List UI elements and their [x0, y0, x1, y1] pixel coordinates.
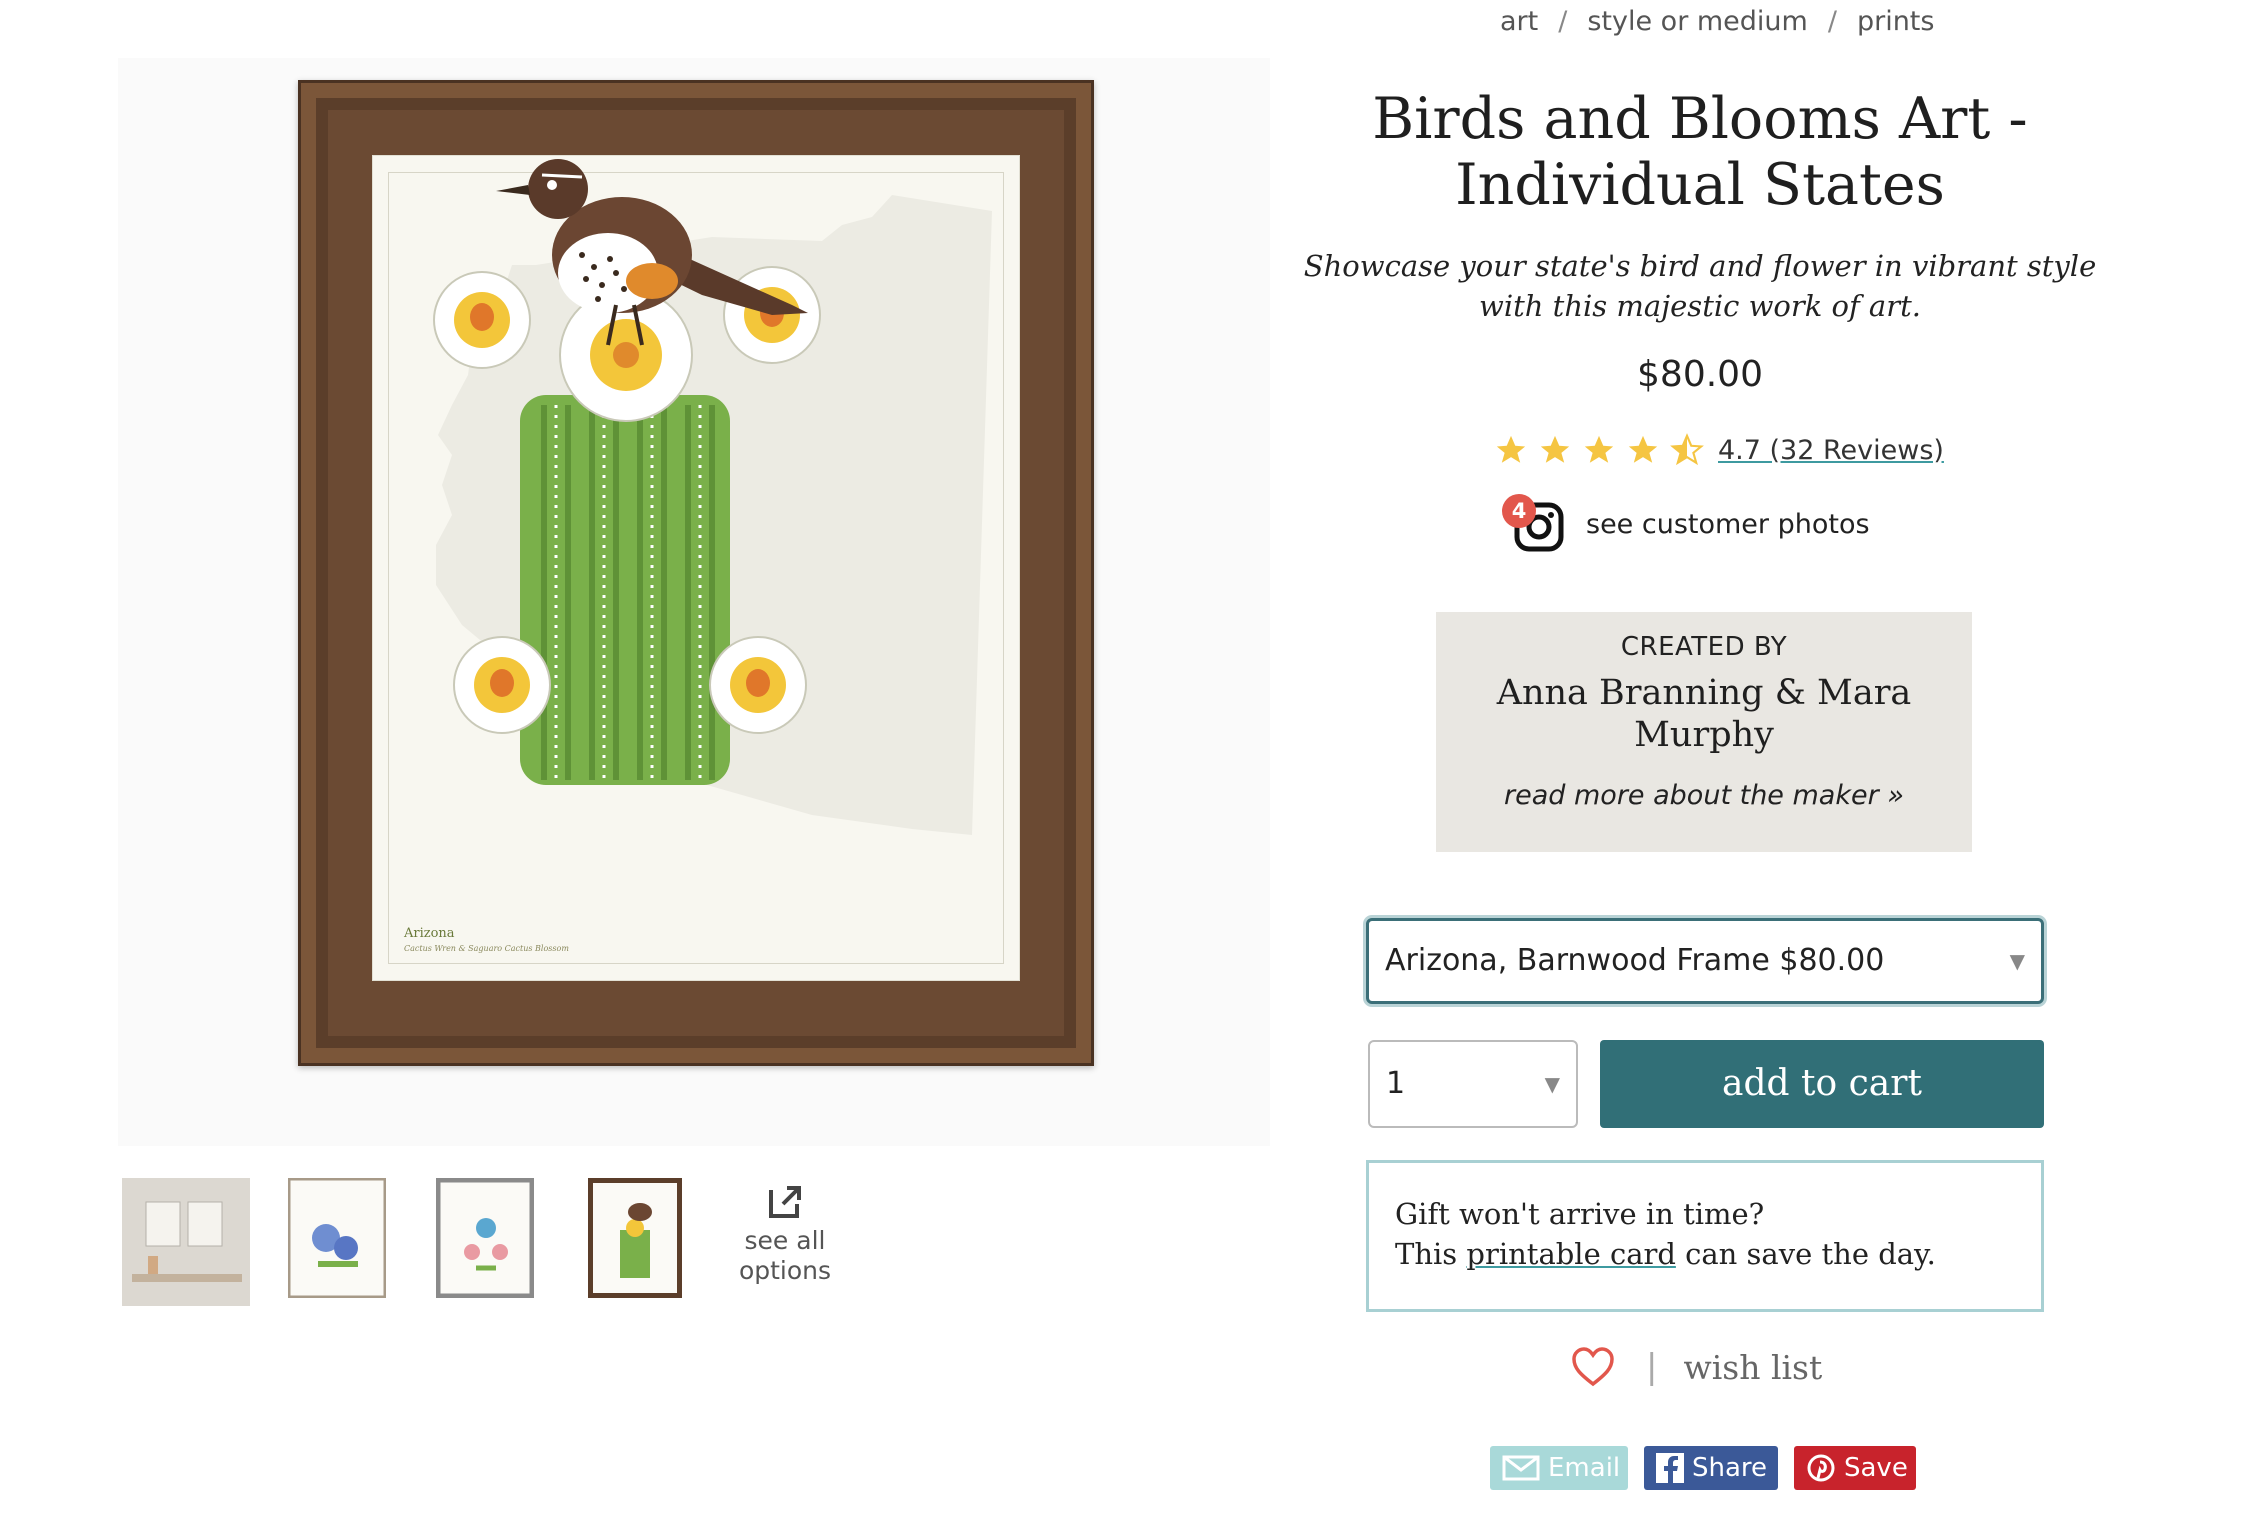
photos-label: see customer photos [1586, 508, 1870, 540]
wish-list-label[interactable]: wish list [1683, 1348, 1822, 1387]
arizona-artwork [433, 159, 992, 835]
maker-box: CREATED BY Anna Branning & Mara Murphy r… [1436, 612, 1972, 852]
product-price: $80.00 [1637, 354, 1763, 395]
artwork-caption-subtitle: Cactus Wren & Saguaro Cactus Blossom [404, 944, 569, 953]
gift-card-box: Gift won't arrive in time? This printabl… [1366, 1160, 2044, 1312]
instagram-icon-wrap: 4 [1502, 494, 1564, 552]
external-link-icon [730, 1182, 840, 1226]
thumbnail-lifestyle[interactable] [122, 1178, 250, 1306]
facebook-icon [1656, 1453, 1684, 1483]
gift-line-2-post: can save the day. [1675, 1237, 1936, 1271]
blossom-bottom-right [709, 636, 807, 734]
see-all-line-1: see all [744, 1226, 826, 1255]
breadcrumb-prints[interactable]: prints [1857, 6, 1935, 37]
rating[interactable]: 4.7 (32 Reviews) [1494, 430, 1944, 470]
blossom-top-left [433, 271, 531, 369]
star-icon [1584, 435, 1614, 463]
blossom-bottom-left [453, 636, 551, 734]
email-share-label: Email [1548, 1453, 1621, 1483]
see-all-line-2: options [738, 1256, 832, 1285]
maker-heading: CREATED BY [1620, 632, 1788, 662]
star-icon [1628, 435, 1658, 463]
saguaro-cactus [520, 395, 730, 785]
maker-name: Anna Branning & Mara Murphy [1496, 673, 1912, 755]
breadcrumb-separator: / [1827, 6, 1837, 37]
facebook-share-button[interactable]: Share [1644, 1446, 1778, 1490]
quantity-select[interactable]: 1 ▼ [1368, 1040, 1578, 1128]
mail-icon [1502, 1455, 1540, 1481]
facebook-share-label: Share [1692, 1453, 1768, 1483]
printable-card-link[interactable]: printable card [1466, 1237, 1676, 1271]
maker-link[interactable]: read more about the maker » [1436, 780, 1972, 811]
pinterest-icon [1806, 1453, 1836, 1483]
pinterest-save-button[interactable]: Save [1794, 1446, 1916, 1490]
half-star-icon [1670, 433, 1704, 466]
caret-down-icon: ▼ [1544, 1072, 1560, 1096]
star-icon [1540, 435, 1570, 463]
double-chevron-right-icon: » [1887, 780, 1904, 811]
gift-line-1: Gift won't arrive in time? [1395, 1197, 1765, 1231]
product-subtitle: Showcase your state's bird and flower in… [1303, 249, 2097, 323]
variant-select[interactable]: Arizona, Barnwood Frame $80.00 ▼ [1366, 918, 2044, 1004]
breadcrumb: art / style or medium / prints [1500, 6, 1934, 37]
breadcrumb-art[interactable]: art [1500, 6, 1538, 37]
thumbnail-arizona[interactable] [587, 1177, 716, 1306]
see-all-options-button[interactable]: see all options [730, 1182, 840, 1286]
quantity-selected-value: 1 [1386, 1066, 1406, 1101]
gift-line-2-pre: This [1395, 1237, 1467, 1271]
rating-link[interactable]: 4.7 (32 Reviews) [1718, 435, 1944, 466]
thumbnail-texas[interactable] [286, 1177, 414, 1306]
add-to-cart-button[interactable]: add to cart [1600, 1040, 2044, 1128]
email-share-button[interactable]: Email [1490, 1446, 1628, 1490]
maker-link-label: read more about the maker [1504, 780, 1879, 811]
artwork-caption: Arizona [404, 926, 455, 941]
gift-line-2: This printable card can save the day. [1395, 1237, 1936, 1271]
pinterest-save-label: Save [1844, 1453, 1908, 1483]
breadcrumb-separator: / [1558, 6, 1568, 37]
caret-down-icon: ▼ [2009, 949, 2025, 973]
photos-count-badge: 4 [1502, 494, 1536, 528]
customer-photos-link[interactable]: 4 see customer photos [1502, 494, 1870, 552]
product-title: Birds and Blooms Art - Individual States [1372, 86, 2028, 218]
thumbnail-state-grey-frame[interactable] [435, 1177, 564, 1306]
breadcrumb-style-or-medium[interactable]: style or medium [1587, 6, 1808, 37]
wish-list[interactable]: | wish list [1570, 1346, 1822, 1388]
heart-icon[interactable] [1570, 1346, 1616, 1388]
variant-selected-value: Arizona, Barnwood Frame $80.00 [1385, 943, 1885, 978]
star-icon [1496, 435, 1526, 463]
wish-list-separator: | [1646, 1347, 1658, 1387]
